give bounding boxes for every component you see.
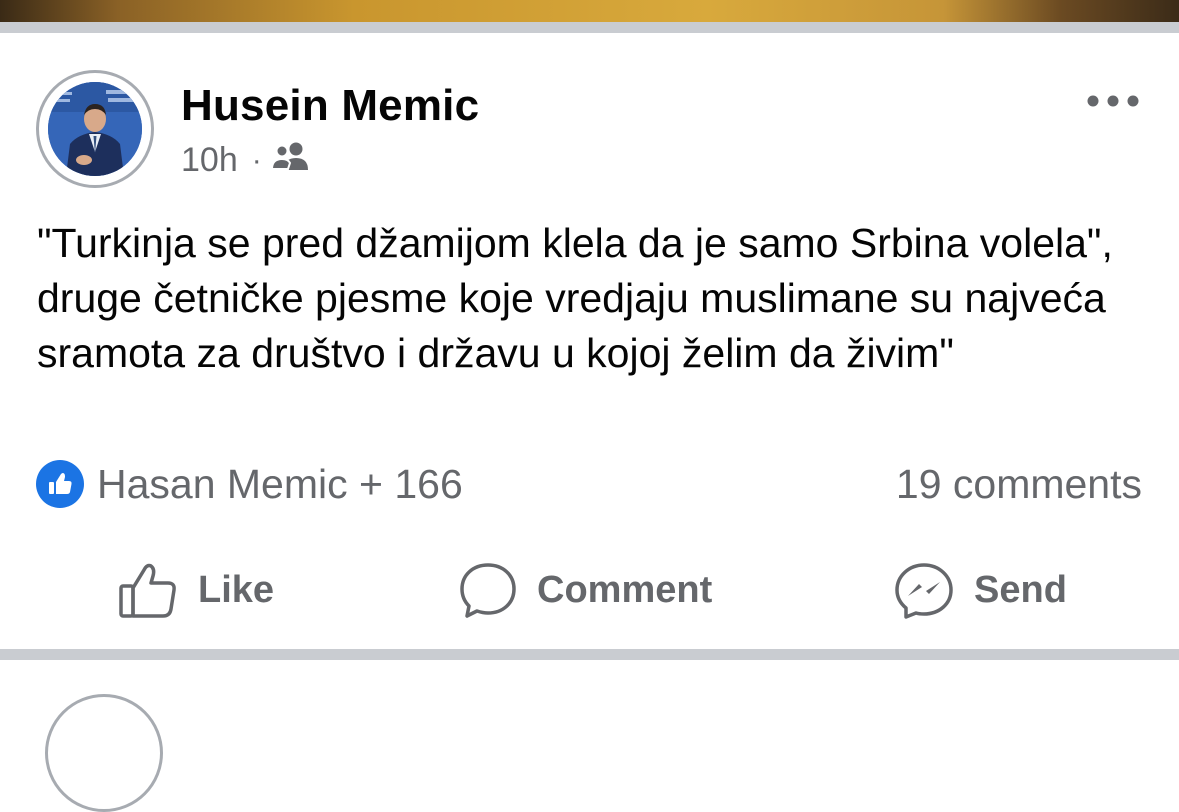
previous-post-image[interactable] (0, 0, 1179, 22)
like-icon (36, 460, 84, 508)
next-post-avatar[interactable] (45, 694, 163, 812)
feed-post: Husein Memic 10h · "Turkinja se pred dža… (0, 33, 1179, 649)
comment-button[interactable]: Comment (459, 553, 712, 627)
thumbs-up-icon (119, 563, 176, 618)
post-meta: 10h · (181, 141, 310, 180)
feed-separator (0, 649, 1179, 660)
feed-separator (0, 22, 1179, 33)
post-actions: Like Comment Send (0, 553, 1179, 627)
like-button[interactable]: Like (118, 553, 274, 627)
comments-count[interactable]: 19 comments (896, 460, 1142, 508)
meta-separator: · (251, 143, 262, 177)
reaction-summary[interactable]: Hasan Memic + 166 (36, 460, 463, 508)
send-button[interactable]: Send (894, 553, 1067, 627)
comment-icon (460, 563, 516, 618)
author-name[interactable]: Husein Memic (181, 81, 479, 131)
avatar-photo (48, 82, 142, 176)
post-time[interactable]: 10h (181, 141, 238, 180)
author-avatar[interactable] (36, 70, 154, 188)
post-text: "Turkinja se pred džamijom klela da je s… (37, 220, 1113, 376)
friends-icon[interactable] (270, 141, 310, 180)
reaction-label: Hasan Memic + 166 (97, 460, 463, 507)
send-label: Send (974, 568, 1067, 611)
more-options-icon[interactable] (1086, 91, 1140, 111)
messenger-icon (895, 563, 953, 619)
comment-label: Comment (537, 568, 713, 611)
like-label: Like (198, 568, 275, 611)
